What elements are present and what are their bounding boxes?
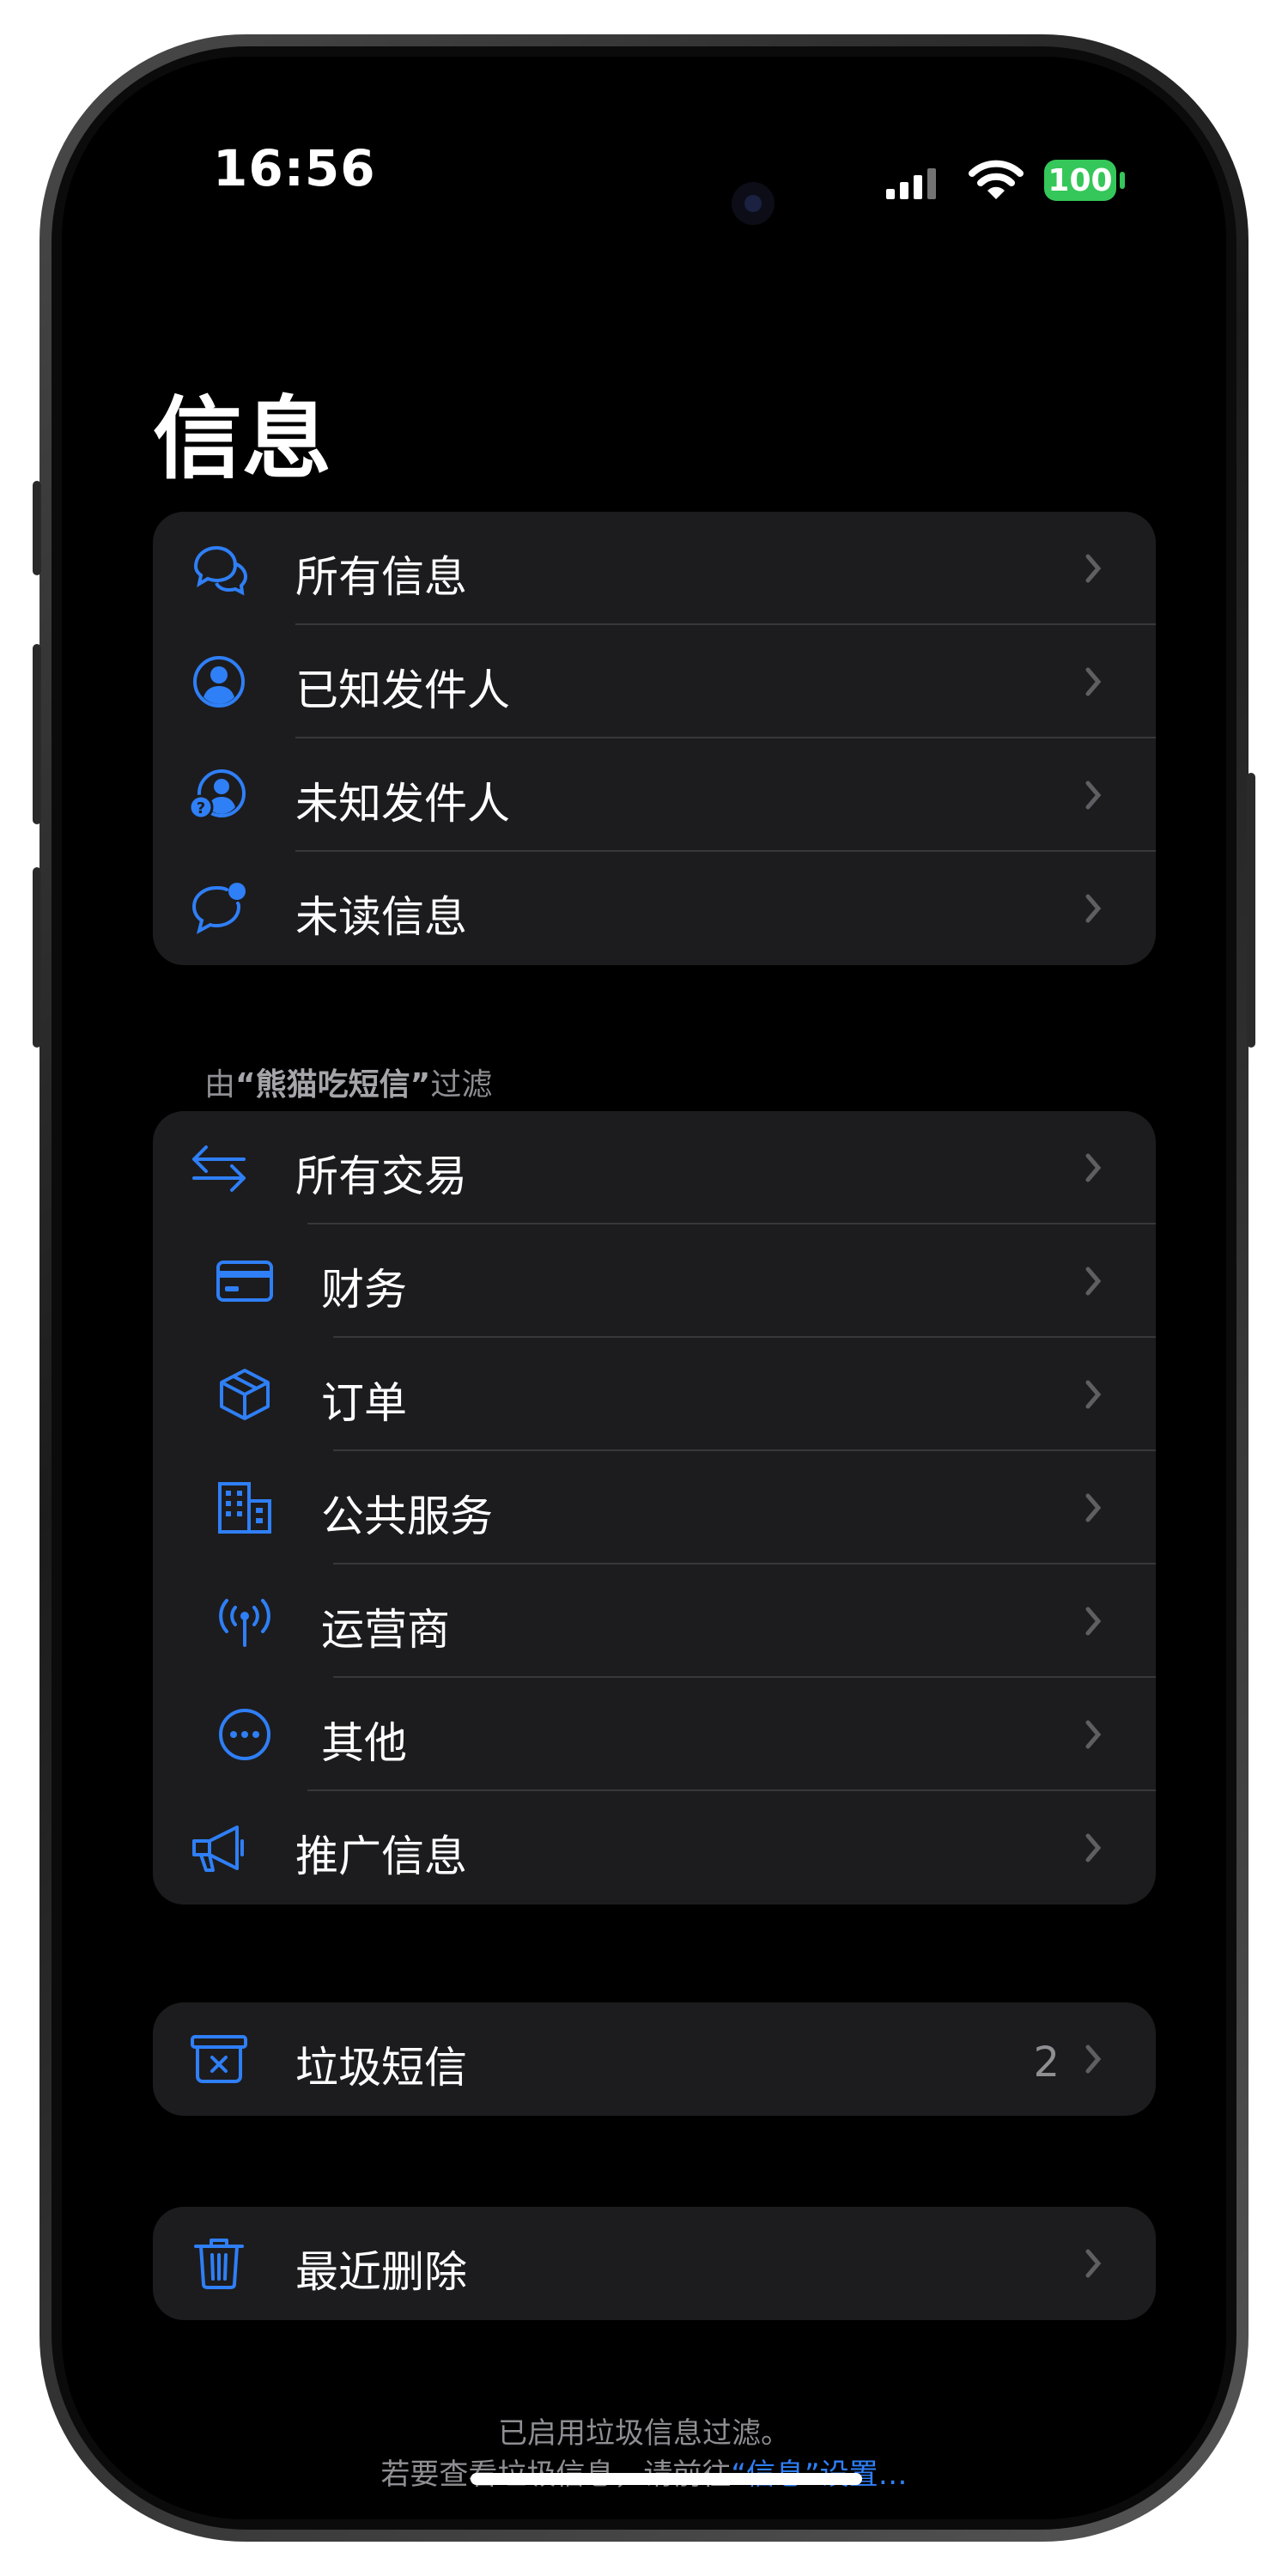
row-orders[interactable]: 订单: [153, 1338, 1156, 1451]
status-bar: 16:56 100: [62, 57, 1226, 228]
row-label: 所有信息: [295, 552, 467, 602]
chevron-right-icon: [1085, 554, 1102, 583]
box-icon: [215, 1367, 275, 1422]
row-all-transactions[interactable]: 所有交易: [153, 1111, 1156, 1224]
phone-bezel: 16:56 100 信息 所有信息 已知发件人 ? 未知发件人 未读信息 由“熊…: [52, 46, 1236, 2530]
megaphone-icon: [189, 1820, 249, 1875]
chevron-right-icon: [1085, 1493, 1102, 1522]
row-known-senders[interactable]: 已知发件人: [153, 625, 1156, 738]
chevron-right-icon: [1085, 2044, 1102, 2074]
row-unread-messages[interactable]: 未读信息: [153, 852, 1156, 965]
volume-up-button: [33, 644, 41, 824]
row-label: 其他: [321, 1718, 407, 1768]
row-public-services[interactable]: 公共服务: [153, 1451, 1156, 1564]
front-camera: [732, 182, 775, 225]
chevron-right-icon: [1085, 1833, 1102, 1862]
chevron-right-icon: [1085, 781, 1102, 810]
chevron-right-icon: [1085, 1720, 1102, 1749]
row-finance[interactable]: 财务: [153, 1224, 1156, 1338]
row-label: 所有交易: [295, 1151, 467, 1201]
phone-frame: 16:56 100 信息 所有信息 已知发件人 ? 未知发件人 未读信息 由“熊…: [39, 34, 1249, 2542]
ellipsis-circle-icon: [215, 1707, 275, 1762]
row-label: 最近删除: [295, 2247, 467, 2297]
arrows-exchange-icon: [189, 1140, 249, 1195]
row-label: 已知发件人: [295, 665, 510, 715]
home-indicator[interactable]: [471, 2473, 862, 2485]
chevron-right-icon: [1085, 894, 1102, 923]
chevron-right-icon: [1085, 1153, 1102, 1182]
row-promotions[interactable]: 推广信息: [153, 1791, 1156, 1905]
row-unknown-senders[interactable]: ? 未知发件人: [153, 738, 1156, 852]
row-label: 推广信息: [295, 1832, 467, 1881]
deleted-group: 最近删除: [153, 2207, 1156, 2320]
row-label: 财务: [321, 1265, 407, 1315]
row-junk-messages[interactable]: 垃圾短信 2: [153, 2002, 1156, 2116]
battery-indicator: 100: [1044, 160, 1116, 201]
junk-group: 垃圾短信 2: [153, 2002, 1156, 2116]
screen: 16:56 100 信息 所有信息 已知发件人 ? 未知发件人 未读信息 由“熊…: [62, 57, 1226, 2519]
row-label: 垃圾短信: [295, 2043, 467, 2093]
chevron-right-icon: [1085, 1607, 1102, 1636]
building-icon: [215, 1480, 275, 1535]
filter-app-name: “熊猫吃短信”: [235, 1067, 431, 1103]
antenna-icon: [215, 1594, 275, 1649]
status-time: 16:56: [213, 139, 376, 197]
row-other[interactable]: 其他: [153, 1678, 1156, 1791]
volume-down-button: [33, 867, 41, 1048]
person-question-icon: ?: [189, 768, 249, 823]
section-header-suffix: 过滤: [430, 1067, 493, 1103]
credit-card-icon: [215, 1254, 275, 1309]
cellular-signal-icon: [886, 168, 936, 199]
junk-tray-icon: [189, 2032, 249, 2087]
wifi-icon: [969, 160, 1024, 199]
person-circle-icon: [189, 654, 249, 709]
footer-line-1: 已启用垃圾信息过滤。: [498, 2416, 790, 2451]
section-header-prefix: 由: [204, 1067, 236, 1103]
row-recently-deleted[interactable]: 最近删除: [153, 2207, 1156, 2320]
filter-section-header: 由“熊猫吃短信”过滤: [204, 1060, 492, 1104]
bubble-dot-icon: [189, 881, 249, 936]
svg-text:?: ?: [197, 799, 205, 817]
trash-icon: [189, 2236, 249, 2291]
chevron-right-icon: [1085, 1267, 1102, 1296]
row-carrier[interactable]: 运营商: [153, 1564, 1156, 1678]
chat-bubbles-icon: [189, 541, 249, 596]
chevron-right-icon: [1085, 2249, 1102, 2278]
row-all-messages[interactable]: 所有信息: [153, 512, 1156, 625]
battery-tip: [1120, 172, 1125, 189]
power-button: [1247, 773, 1255, 1048]
row-label: 运营商: [321, 1605, 450, 1655]
action-button: [33, 481, 41, 575]
page-title: 信息: [153, 386, 332, 491]
row-label: 未读信息: [295, 892, 467, 942]
filter-group-main: 所有信息 已知发件人 ? 未知发件人 未读信息: [153, 512, 1156, 965]
row-label: 未知发件人: [295, 779, 510, 829]
chevron-right-icon: [1085, 667, 1102, 696]
chevron-right-icon: [1085, 1380, 1102, 1409]
row-label: 公共服务: [321, 1492, 493, 1541]
junk-count-badge: 2: [1033, 2038, 1060, 2087]
row-label: 订单: [321, 1378, 407, 1428]
filter-group-transactions: 所有交易 财务 订单 公共服务 运营商 其他 推广信息: [153, 1111, 1156, 1905]
